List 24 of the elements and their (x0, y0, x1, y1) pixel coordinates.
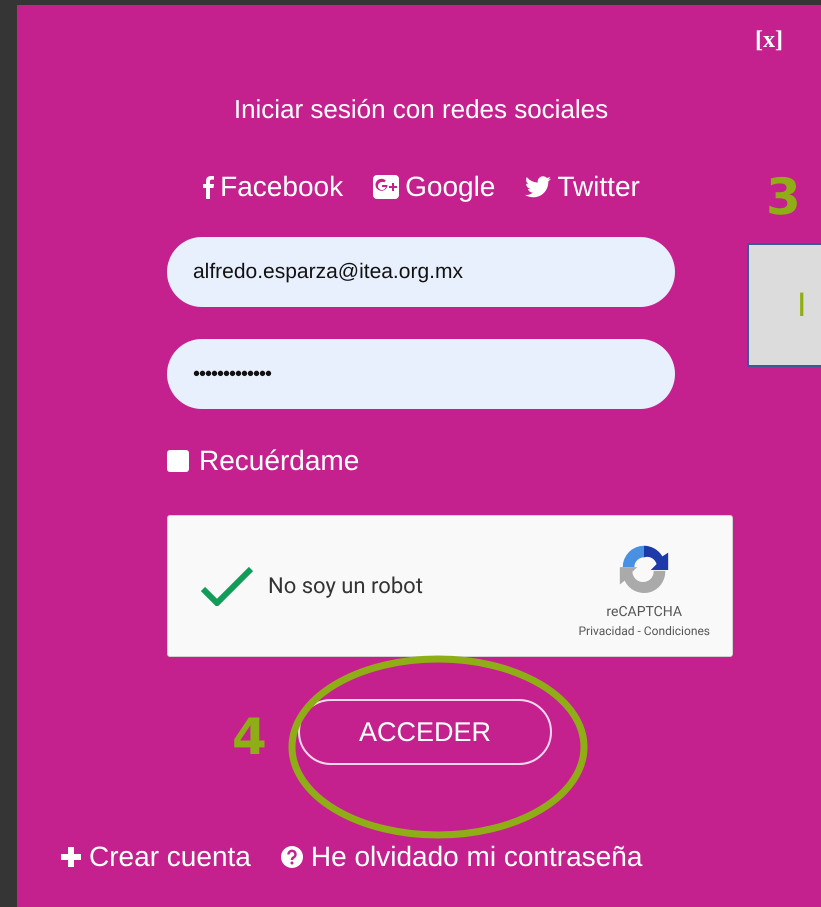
recaptcha-brand: reCAPTCHA (606, 604, 682, 620)
twitter-bird-icon (525, 176, 552, 198)
captcha-checkbox[interactable] (200, 566, 254, 606)
email-field[interactable]: alfredo.esparza@itea.org.mx (167, 237, 675, 307)
close-button[interactable]: [x] (755, 27, 783, 54)
social-login-link[interactable]: Twitter (525, 171, 640, 203)
captcha-label: No soy un robot (268, 574, 423, 598)
step-number: 3 (766, 172, 801, 222)
privacy-terms-links[interactable]: Privacidad - Condiciones (578, 624, 710, 638)
social-login-title: Iniciar sesión con redes sociales (232, 94, 610, 125)
social-login-link[interactable]: Facebook (202, 171, 344, 203)
footer-link[interactable]: He olvidado mi contraseña (280, 841, 642, 873)
password-field[interactable]: ••••••••••••• (167, 339, 675, 409)
remember-checkbox[interactable] (167, 450, 189, 472)
social-login-link[interactable]: Google (373, 171, 496, 203)
facebook-icon (202, 175, 214, 199)
google-plus-icon (373, 175, 400, 199)
remember-label: Recuérdame (199, 445, 360, 477)
login-button[interactable]: ACCEDER (298, 699, 552, 765)
checkmark-icon (200, 566, 254, 606)
help-icon (280, 846, 303, 868)
step-number: 4 (232, 712, 267, 762)
footer-link[interactable]: Crear cuenta (61, 841, 251, 873)
plus-icon (61, 847, 81, 867)
